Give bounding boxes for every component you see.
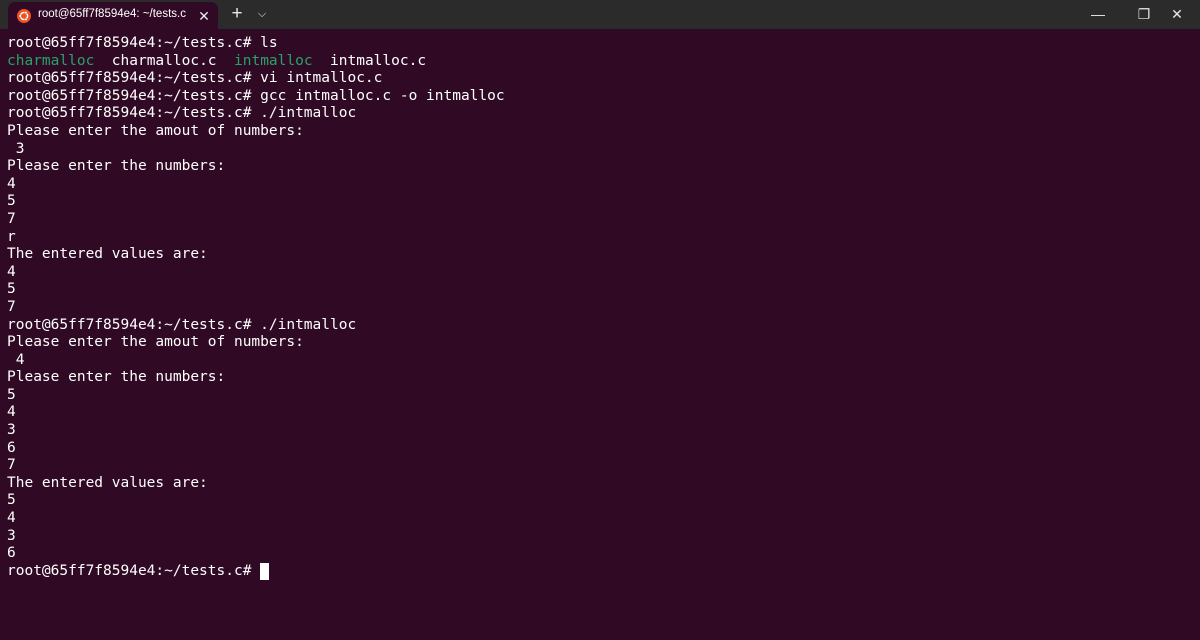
terminal-text: 7 xyxy=(7,210,16,227)
terminal-text: Please enter the numbers: xyxy=(7,369,226,386)
terminal-line: 4 xyxy=(7,352,1193,370)
terminal-text: root@65ff7f8594e4:~/tests.c# vi intmallo… xyxy=(7,70,383,87)
terminal-line: 4 xyxy=(7,264,1193,282)
terminal-line: root@65ff7f8594e4:~/tests.c# ./intmalloc xyxy=(7,105,1193,123)
title-bar: root@65ff7f8594e4: ~/tests.c ✕ + ⌵ — ❐ ✕ xyxy=(0,0,1200,29)
terminal-line: Please enter the numbers: xyxy=(7,158,1193,176)
terminal-line: 4 xyxy=(7,176,1193,194)
terminal-text: 3 xyxy=(7,422,16,439)
terminal-line: r xyxy=(7,229,1193,247)
terminal-line: root@65ff7f8594e4:~/tests.c# gcc intmall… xyxy=(7,88,1193,106)
terminal-line: root@65ff7f8594e4:~/tests.c# vi intmallo… xyxy=(7,70,1193,88)
terminal-line: 5 xyxy=(7,281,1193,299)
terminal-line: 3 xyxy=(7,528,1193,546)
terminal-line: 7 xyxy=(7,457,1193,475)
terminal-line: 7 xyxy=(7,299,1193,317)
terminal-text: 7 xyxy=(7,298,16,315)
cursor xyxy=(260,562,270,580)
terminal-text: 4 xyxy=(7,263,16,280)
terminal-line: 3 xyxy=(7,422,1193,440)
terminal-text: 5 xyxy=(7,193,16,210)
terminal-line: charmalloc charmalloc.c intmalloc intmal… xyxy=(7,53,1193,71)
terminal-text: intmalloc.c xyxy=(312,52,427,69)
terminal-text: intmalloc xyxy=(234,52,313,69)
terminal-text: Please enter the amout of numbers: xyxy=(7,122,304,139)
terminal-line: root@65ff7f8594e4:~/tests.c# ls xyxy=(7,35,1193,53)
close-tab-icon[interactable]: ✕ xyxy=(196,8,212,24)
terminal-line: Please enter the amout of numbers: xyxy=(7,334,1193,352)
terminal-line: Please enter the amout of numbers: xyxy=(7,123,1193,141)
terminal-line: 4 xyxy=(7,404,1193,422)
terminal-text: 5 xyxy=(7,386,16,403)
terminal-text: charmalloc xyxy=(7,52,95,69)
terminal-line: 4 xyxy=(7,510,1193,528)
terminal-text: The entered values are: xyxy=(7,246,208,263)
terminal-text: 4 xyxy=(7,351,25,368)
chevron-down-icon[interactable]: ⌵ xyxy=(254,4,270,24)
terminal-text: charmalloc.c xyxy=(94,52,234,69)
terminal-line: 6 xyxy=(7,545,1193,563)
terminal-text: 4 xyxy=(7,175,16,192)
terminal-text: 6 xyxy=(7,545,16,562)
terminal-text: r xyxy=(7,228,16,245)
tab-title: root@65ff7f8594e4: ~/tests.c xyxy=(38,8,186,20)
ubuntu-icon xyxy=(17,9,31,23)
terminal-line: 6 xyxy=(7,440,1193,458)
terminal-line: root@65ff7f8594e4:~/tests.c# ./intmalloc xyxy=(7,317,1193,335)
terminal-output[interactable]: root@65ff7f8594e4:~/tests.c# ls charmallo… xyxy=(7,35,1193,635)
terminal-text: Please enter the amout of numbers: xyxy=(7,334,304,351)
minimize-icon[interactable]: — xyxy=(1075,0,1121,29)
terminal-line: The entered values are: xyxy=(7,246,1193,264)
terminal-line: The entered values are: xyxy=(7,475,1193,493)
terminal-text: root@65ff7f8594e4:~/tests.c# ls xyxy=(7,35,278,51)
close-icon[interactable]: ✕ xyxy=(1154,0,1200,29)
terminal-text: 7 xyxy=(7,457,16,474)
terminal-text: root@65ff7f8594e4:~/tests.c# ./intmalloc xyxy=(7,105,357,122)
terminal-text: root@65ff7f8594e4:~/tests.c# gcc intmall… xyxy=(7,87,505,104)
terminal-text: 5 xyxy=(7,492,16,509)
terminal-line: 5 xyxy=(7,193,1193,211)
terminal-line: Please enter the numbers: xyxy=(7,369,1193,387)
terminal-text: 3 xyxy=(7,527,16,544)
terminal-text: root@65ff7f8594e4:~/tests.c# ./intmalloc xyxy=(7,316,357,333)
plus-icon[interactable]: + xyxy=(227,4,247,24)
terminal-text: The entered values are: xyxy=(7,474,208,491)
terminal-text: 6 xyxy=(7,439,16,456)
terminal-text: 4 xyxy=(7,404,16,421)
prompt-line[interactable]: root@65ff7f8594e4:~/tests.c# xyxy=(7,562,1193,581)
terminal-text: Please enter the numbers: xyxy=(7,158,226,175)
terminal-tab[interactable]: root@65ff7f8594e4: ~/tests.c ✕ xyxy=(8,2,218,29)
terminal-line: 5 xyxy=(7,387,1193,405)
terminal-text: 5 xyxy=(7,281,16,298)
prompt-text: root@65ff7f8594e4:~/tests.c# xyxy=(7,562,261,579)
terminal-text: 4 xyxy=(7,510,16,527)
terminal-text: 3 xyxy=(7,140,25,157)
terminal-line: 3 xyxy=(7,141,1193,159)
terminal-line: 5 xyxy=(7,492,1193,510)
terminal-line: 7 xyxy=(7,211,1193,229)
